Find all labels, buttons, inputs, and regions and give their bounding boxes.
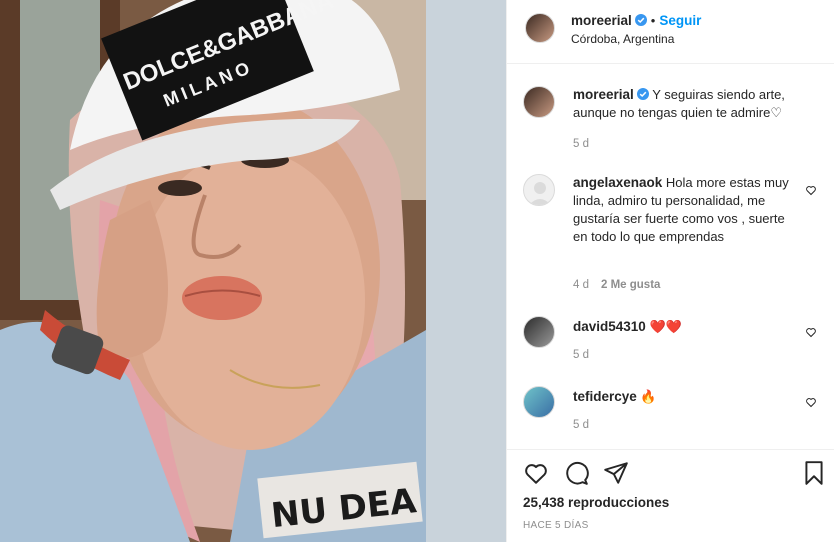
post-details-panel: moreerial • Seguir Córdoba, Argentina more… (506, 0, 834, 542)
post-actions: 25,438 reproducciones HACE 5 DÍAS (507, 449, 834, 542)
author-line: moreerial • Seguir (571, 12, 701, 30)
comment-age: 5 d (573, 349, 589, 361)
comment-likes[interactable]: 2 Me gusta (601, 279, 660, 291)
caption-item: moreerial Y seguiras siendo arte, aunque… (523, 86, 823, 156)
author-avatar[interactable] (525, 13, 555, 43)
comment-like-heart-icon[interactable] (805, 326, 817, 338)
verified-badge-icon (636, 88, 649, 100)
caption-age: 5 d (573, 138, 589, 150)
post-timestamp: HACE 5 DÍAS (523, 520, 589, 531)
post-location[interactable]: Córdoba, Argentina (571, 32, 674, 46)
comment-like-heart-icon[interactable] (805, 184, 817, 196)
follow-button[interactable]: Seguir (659, 13, 701, 28)
separator-dot: • (650, 13, 656, 28)
heart-icon[interactable] (523, 460, 549, 486)
bookmark-icon[interactable] (801, 460, 827, 486)
post-photo-art: NU DEA DOLCE&GABBANA MILANO (0, 0, 426, 542)
comment-username[interactable]: angelaxenaok (573, 175, 662, 190)
caption-body: moreerial Y seguiras siendo arte, aunque… (573, 86, 798, 122)
comment-text: 🔥 (640, 389, 657, 404)
commenter-avatar[interactable] (523, 174, 555, 206)
comment-body: angelaxenaok Hola more estas muy linda, … (573, 174, 798, 246)
comment-body: david54310 ❤️❤️ (573, 318, 798, 336)
caption-username[interactable]: moreerial (573, 87, 634, 102)
post-header: moreerial • Seguir Córdoba, Argentina (507, 0, 834, 64)
comment-body: tefidercye 🔥 (573, 388, 798, 406)
comment-meta: 4 d 2 Me gusta (573, 279, 660, 291)
author-username[interactable]: moreerial (571, 13, 632, 28)
comment-icon[interactable] (563, 460, 589, 486)
verified-badge-icon (634, 14, 647, 26)
commenter-avatar[interactable] (523, 316, 555, 348)
default-avatar-icon (529, 182, 551, 205)
comments-list[interactable]: moreerial Y seguiras siendo arte, aunque… (507, 64, 834, 449)
comment-username[interactable]: tefidercye (573, 389, 637, 404)
comment-item: tefidercye 🔥 5 d (523, 386, 823, 434)
send-icon[interactable] (603, 460, 629, 486)
comment-username[interactable]: david54310 (573, 319, 646, 334)
comment-age: 4 d (573, 279, 589, 291)
comment-text: ❤️❤️ (649, 319, 682, 334)
comment-item: david54310 ❤️❤️ 5 d (523, 316, 823, 364)
view-count[interactable]: 25,438 reproducciones (523, 495, 669, 510)
commenter-avatar[interactable] (523, 386, 555, 418)
post-photo[interactable]: NU DEA DOLCE&GABBANA MILANO (0, 0, 426, 542)
comment-age: 5 d (573, 419, 589, 431)
comment-item: angelaxenaok Hola more estas muy linda, … (523, 174, 823, 294)
comment-like-heart-icon[interactable] (805, 396, 817, 408)
author-avatar-small[interactable] (523, 86, 555, 118)
